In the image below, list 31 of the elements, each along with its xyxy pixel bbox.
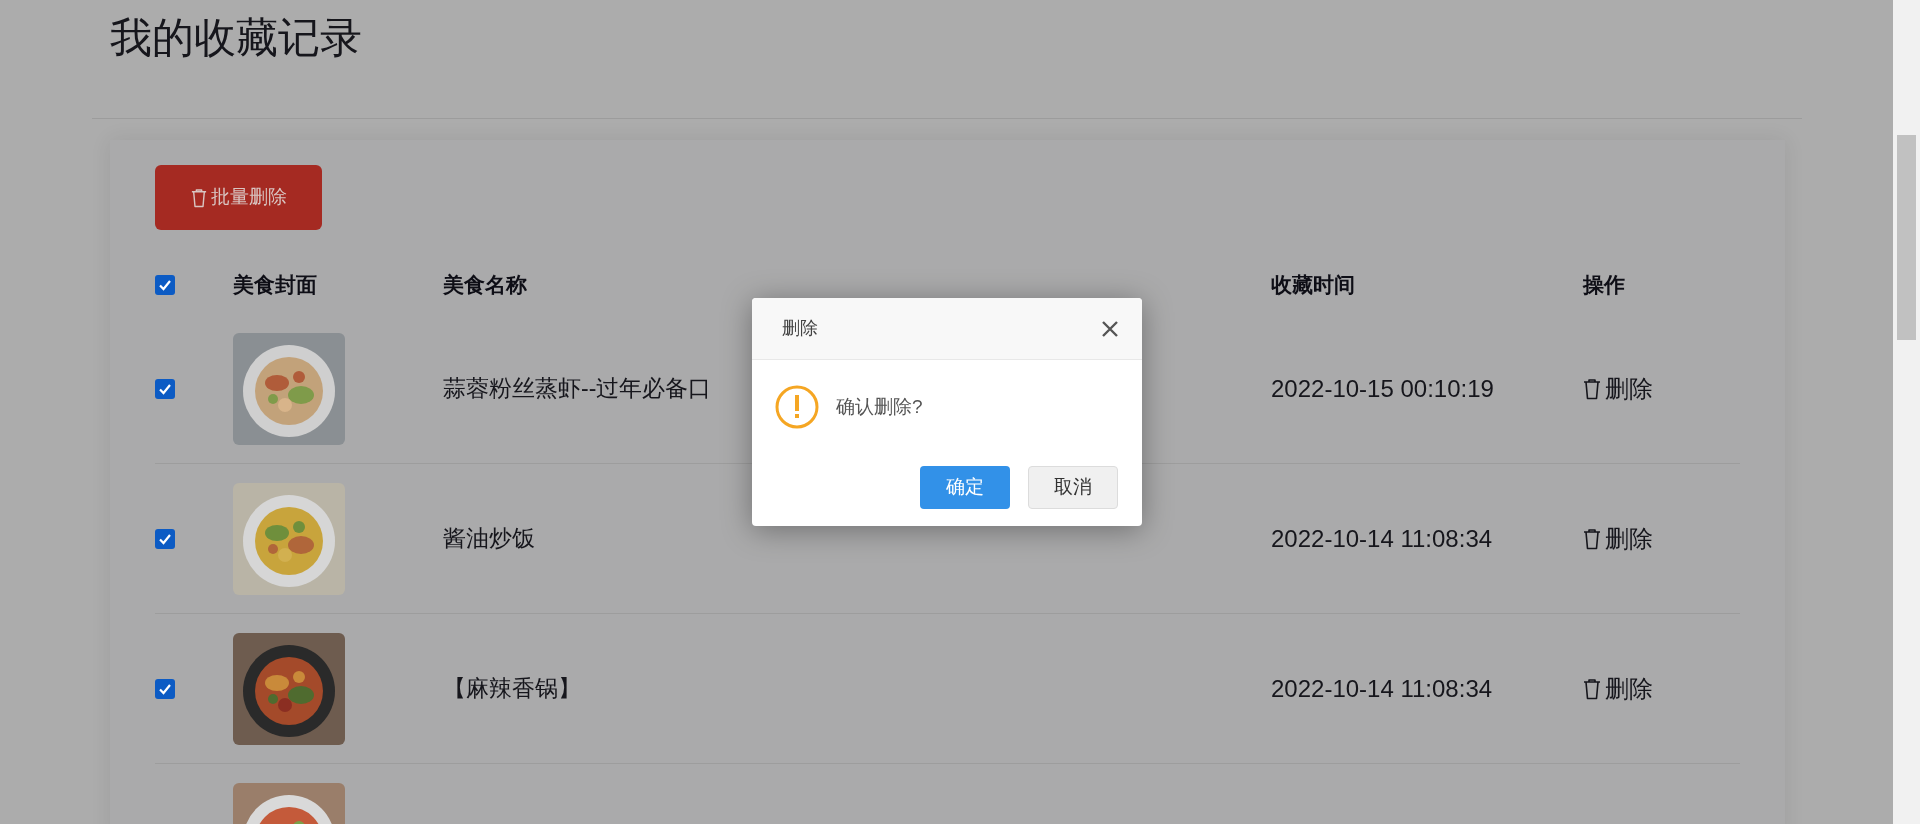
check-icon	[158, 278, 172, 292]
column-header: 美食封面	[233, 272, 318, 299]
column-header: 收藏时间	[1271, 272, 1356, 299]
delete-link[interactable]: 删除	[1583, 670, 1653, 707]
checkbox[interactable]	[155, 528, 175, 549]
scrollbar[interactable]	[1893, 0, 1920, 824]
page-title: 我的收藏记录	[110, 13, 362, 63]
scrollbar-thumb[interactable]	[1897, 135, 1916, 340]
checkbox[interactable]	[155, 678, 175, 699]
checkbox[interactable]	[155, 378, 175, 399]
favorite-time: 2022-10-14 11:08:34	[1271, 674, 1493, 702]
food-name: 蒜蓉粉丝蒸虾--过年必备口	[443, 375, 712, 402]
cancel-button[interactable]: 取消	[1028, 466, 1118, 509]
trash-icon	[1583, 677, 1601, 700]
food-name: 酱油炒饭	[443, 525, 535, 552]
trash-icon	[1583, 377, 1601, 400]
close-icon[interactable]	[1100, 318, 1120, 339]
dialog-message: 确认删除?	[836, 394, 923, 419]
warning-icon	[775, 385, 819, 429]
batch-delete-button[interactable]: 批量删除	[155, 165, 322, 230]
column-header: 美食名称	[443, 272, 528, 299]
dialog-title: 删除	[782, 317, 818, 340]
trash-icon	[1583, 527, 1601, 550]
delete-link[interactable]: 删除	[1583, 520, 1653, 557]
checkbox[interactable]	[155, 275, 175, 295]
food-name: 【麻辣香锅】	[443, 675, 581, 702]
favorite-time: 2022-10-14 11:08:34	[1271, 524, 1493, 552]
trash-icon	[190, 187, 207, 208]
delete-link[interactable]: 删除	[1583, 370, 1653, 407]
column-header: 操作	[1583, 272, 1626, 299]
favorite-time: 2022-10-15 00:10:19	[1271, 374, 1494, 402]
